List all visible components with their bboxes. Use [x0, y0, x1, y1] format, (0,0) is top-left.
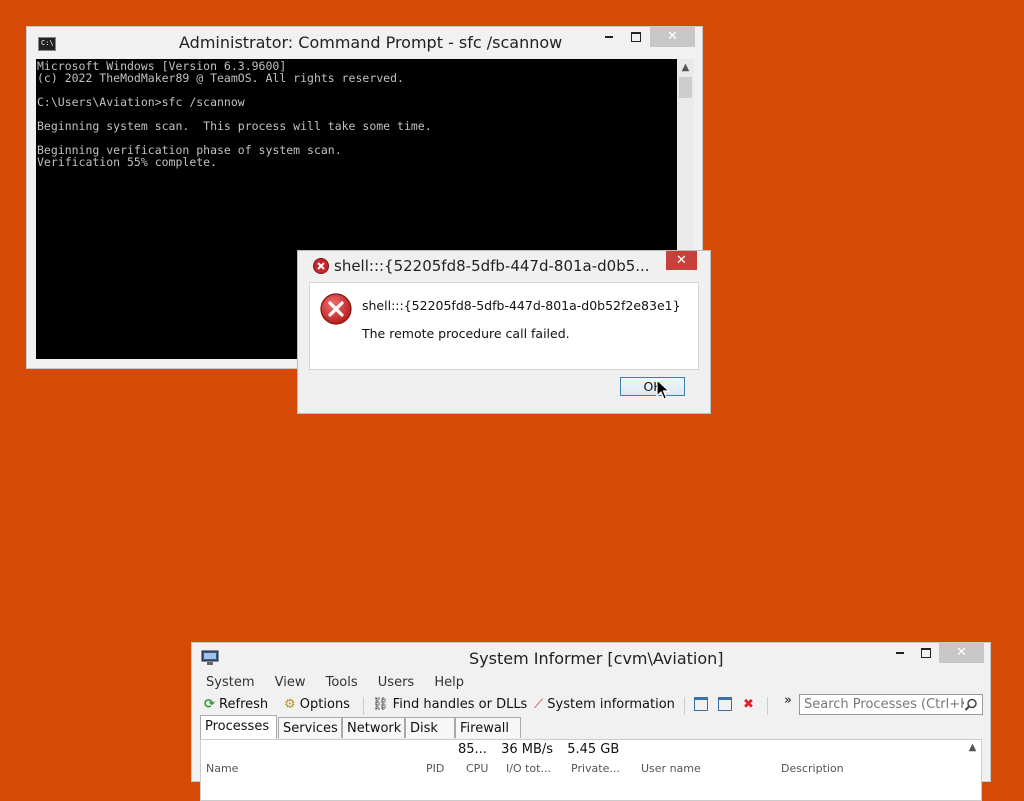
gear-icon: ⚙	[284, 697, 296, 712]
refresh-label: Refresh	[219, 697, 269, 712]
si-menu-bar: System View Tools Users Help	[206, 675, 480, 690]
io-total: 36 MB/s	[501, 742, 554, 757]
maximize-icon	[921, 647, 931, 658]
maximize-icon	[631, 31, 641, 42]
close-icon: ✕	[676, 253, 687, 268]
options-button[interactable]: ⚙ Options	[284, 697, 350, 712]
process-list-scroll-up-icon[interactable]: ▲	[965, 740, 980, 756]
cmd-close-button[interactable]: ✕	[650, 27, 695, 47]
column-description[interactable]: Description	[781, 762, 844, 775]
menu-users[interactable]: Users	[378, 675, 414, 690]
toolbar-separator	[767, 697, 768, 715]
system-information-button[interactable]: ⟋ System information	[534, 697, 675, 712]
console-line: Beginning system scan. This process will…	[37, 119, 432, 133]
window-icon-button[interactable]	[694, 697, 708, 715]
console-line: C:\Users\Aviation>sfc /scannow	[37, 95, 245, 109]
window-icon	[694, 697, 708, 711]
refresh-icon: ⟳	[204, 697, 215, 712]
menu-tools[interactable]: Tools	[326, 675, 358, 690]
column-pid[interactable]: PID	[426, 762, 444, 775]
si-minimize-button[interactable]	[888, 643, 912, 663]
cmd-window-title: Administrator: Command Prompt - sfc /sca…	[179, 33, 563, 52]
cmd-app-icon: C:\	[38, 37, 56, 51]
tab-network[interactable]: Network	[342, 717, 405, 738]
window-arrow-icon	[718, 697, 732, 711]
dialog-message-path: shell:::{52205fd8-5dfb-447d-801a-d0b52f2…	[362, 298, 681, 313]
system-informer-window[interactable]: System Informer [cvm\Aviation] ✕ System …	[191, 642, 991, 801]
column-cpu[interactable]: CPU	[466, 762, 488, 775]
graph-icon: ⟋	[534, 697, 544, 712]
refresh-button[interactable]: ⟳ Refresh	[204, 697, 268, 712]
minimize-icon	[896, 651, 904, 654]
ok-button[interactable]: OK	[620, 377, 685, 396]
close-icon: ✕	[667, 29, 678, 44]
error-small-icon	[313, 258, 329, 274]
si-maximize-button[interactable]	[914, 643, 938, 663]
cmd-maximize-button[interactable]	[624, 27, 648, 47]
menu-system[interactable]: System	[206, 675, 254, 690]
window-arrow-button[interactable]	[718, 697, 732, 715]
search-processes-input[interactable]: Search Processes (Ctrl+K)	[799, 694, 983, 715]
menu-help[interactable]: Help	[434, 675, 464, 690]
toolbar-separator	[684, 697, 685, 715]
close-icon: ✕	[956, 645, 967, 660]
find-handles-button[interactable]: ⛓ Find handles or DLLs	[372, 697, 527, 712]
tab-firewall[interactable]: Firewall	[455, 717, 521, 738]
search-icon[interactable]	[964, 698, 978, 712]
find-handles-label: Find handles or DLLs	[392, 697, 528, 712]
error-dialog[interactable]: shell:::{52205fd8-5dfb-447d-801a-d0b5...…	[297, 250, 711, 414]
mouse-cursor-icon	[656, 379, 670, 400]
si-close-button[interactable]: ✕	[939, 643, 984, 663]
scrollbar-thumb[interactable]	[679, 77, 692, 98]
cpu-total: 85...	[458, 742, 487, 757]
binoculars-icon: ⛓	[372, 697, 389, 712]
system-information-label: System information	[547, 697, 675, 712]
column-user-name[interactable]: User name	[641, 762, 701, 775]
tab-disk[interactable]: Disk	[405, 717, 455, 738]
menu-view[interactable]: View	[275, 675, 306, 690]
column-name[interactable]: Name	[206, 762, 238, 775]
error-icon	[320, 293, 352, 325]
process-list[interactable]: 85... 36 MB/s 5.45 GB Name PID CPU I/O t…	[200, 739, 982, 801]
tab-services[interactable]: Services	[278, 717, 342, 738]
toolbar-separator	[363, 697, 364, 715]
system-informer-title: System Informer [cvm\Aviation]	[469, 649, 724, 668]
dialog-message-area: shell:::{52205fd8-5dfb-447d-801a-d0b52f2…	[309, 282, 699, 370]
summary-stats: 85... 36 MB/s 5.45 GB	[458, 742, 619, 757]
tab-processes[interactable]: Processes	[200, 715, 277, 739]
memory-total: 5.45 GB	[567, 742, 620, 757]
dialog-close-button[interactable]: ✕	[666, 251, 697, 270]
toolbar-overflow-chevron[interactable]: »	[784, 693, 792, 708]
scroll-up-arrow-icon[interactable]: ▲	[677, 59, 694, 77]
minimize-icon	[605, 35, 613, 38]
column-private-bytes[interactable]: Private...	[571, 762, 620, 775]
options-label: Options	[299, 697, 350, 712]
dialog-message-text: The remote procedure call failed.	[362, 326, 570, 341]
dialog-title: shell:::{52205fd8-5dfb-447d-801a-d0b5...	[334, 257, 650, 275]
cmd-minimize-button[interactable]	[597, 27, 621, 47]
red-x-icon: ✖	[743, 697, 754, 712]
system-informer-app-icon	[201, 650, 219, 665]
console-line: (c) 2022 TheModMaker89 @ TeamOS. All rig…	[37, 71, 404, 85]
search-placeholder: Search Processes (Ctrl+K)	[804, 697, 974, 712]
terminate-button[interactable]: ✖	[743, 697, 754, 712]
column-io-total[interactable]: I/O tot...	[506, 762, 551, 775]
console-line: Verification 55% complete.	[37, 155, 218, 169]
